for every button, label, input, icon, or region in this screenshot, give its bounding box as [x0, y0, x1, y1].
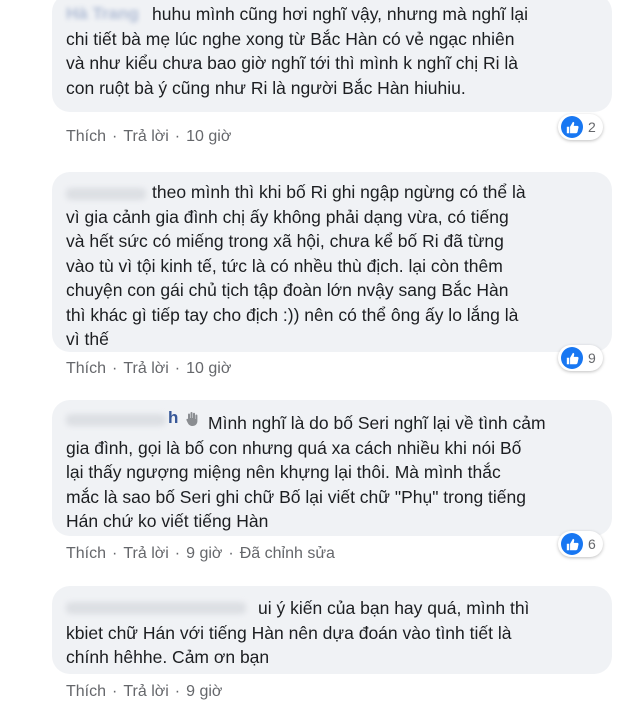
- separator-dot: ·: [174, 128, 181, 145]
- separator-dot: ·: [174, 545, 181, 562]
- reply-link[interactable]: Trả lời: [123, 545, 168, 563]
- like-thumb-icon: [561, 347, 583, 369]
- comment-actions: Thích · Trả lời · 10 giờ: [66, 128, 231, 146]
- like-link[interactable]: Thích: [66, 683, 106, 701]
- timestamp-link[interactable]: 9 giờ: [186, 683, 222, 701]
- timestamp-link[interactable]: 9 giờ: [186, 545, 222, 563]
- like-thumb-icon: [561, 116, 583, 138]
- separator-dot: ·: [174, 683, 181, 700]
- like-link[interactable]: Thích: [66, 128, 106, 146]
- comment-text: huhu mình cũng hơi nghĩ vậy, nhưng mà ng…: [66, 4, 529, 98]
- separator-dot: ·: [112, 360, 118, 377]
- reply-link[interactable]: Trả lời: [123, 683, 168, 701]
- separator-dot: ·: [228, 545, 234, 562]
- comment-actions: Thích · Trả lời · 10 giờ: [66, 360, 231, 378]
- like-link[interactable]: Thích: [66, 360, 106, 378]
- like-thumb-icon: [561, 533, 583, 555]
- reaction-summary[interactable]: 6: [558, 531, 603, 557]
- comment-text: theo mình thì khi bố Ri ghi ngập ngừng c…: [66, 182, 526, 349]
- comment-text: Mình nghĩ là do bố Seri nghĩ lại về tình…: [66, 413, 546, 531]
- reaction-summary[interactable]: 9: [558, 345, 603, 371]
- edited-label: Đã chỉnh sửa: [239, 545, 335, 562]
- comment-actions: Thích · Trả lời · 9 giờ · Đã chỉnh sửa: [66, 545, 335, 563]
- comment-text: ui ý kiến của bạn hay quá, mình thì kbie…: [66, 598, 530, 667]
- reaction-count: 2: [588, 119, 596, 135]
- reaction-count: 6: [588, 536, 596, 552]
- timestamp-link[interactable]: 10 giờ: [186, 360, 231, 378]
- reply-link[interactable]: Trả lời: [123, 128, 168, 146]
- reply-link[interactable]: Trả lời: [123, 360, 168, 378]
- separator-dot: ·: [112, 545, 118, 562]
- reaction-summary[interactable]: 2: [558, 114, 603, 140]
- separator-dot: ·: [174, 360, 181, 377]
- separator-dot: ·: [112, 128, 118, 145]
- reaction-count: 9: [588, 350, 596, 366]
- comment-actions: Thích · Trả lời · 9 giờ: [66, 683, 222, 701]
- like-link[interactable]: Thích: [66, 545, 106, 563]
- separator-dot: ·: [112, 683, 118, 700]
- timestamp-link[interactable]: 10 giờ: [186, 128, 231, 146]
